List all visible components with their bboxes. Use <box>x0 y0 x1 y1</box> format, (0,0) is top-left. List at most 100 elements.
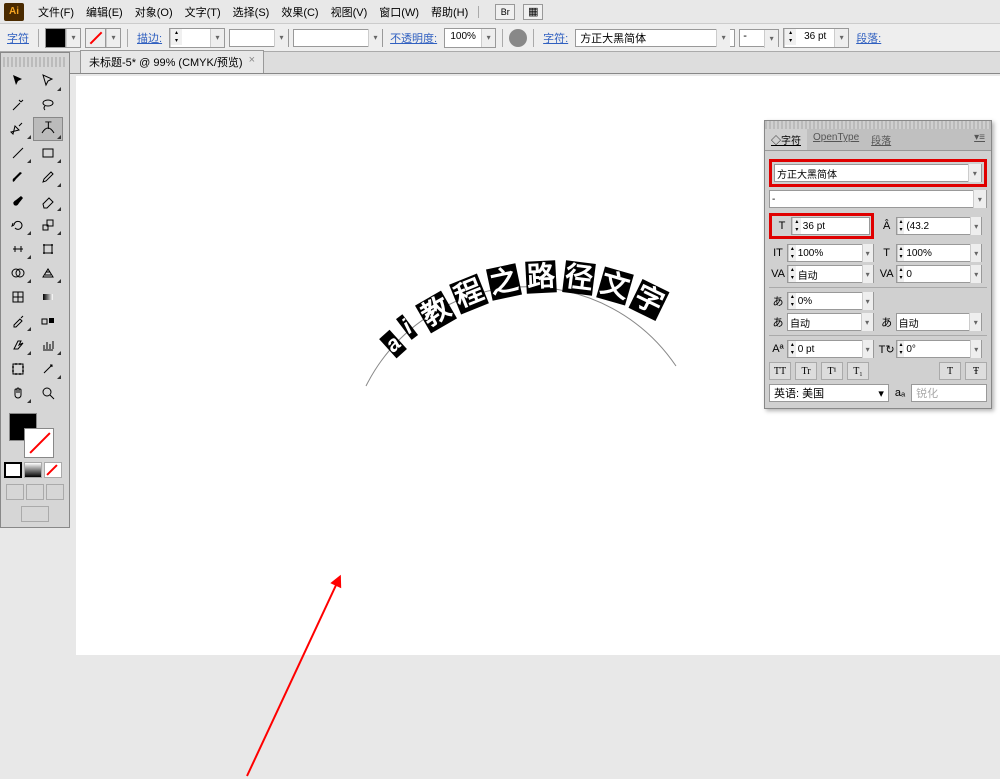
blob-brush-tool[interactable] <box>3 189 33 213</box>
shape-builder-tool[interactable] <box>3 261 33 285</box>
language-dropdown[interactable]: 英语: 美国 ▾ <box>769 384 889 402</box>
graph-tool[interactable] <box>33 333 63 357</box>
font-family-field[interactable] <box>774 164 982 182</box>
baseline-pct-input[interactable] <box>796 296 862 307</box>
menu-type[interactable]: 文字(T) <box>179 4 227 20</box>
blend-tool[interactable] <box>33 309 63 333</box>
stroke-profile[interactable] <box>229 29 289 47</box>
rotate-tool[interactable] <box>3 213 33 237</box>
line-tool[interactable] <box>3 141 33 165</box>
lasso-tool[interactable] <box>33 93 63 117</box>
artboard-tool[interactable] <box>3 357 33 381</box>
opacity-input[interactable] <box>445 29 481 45</box>
scale-tool[interactable] <box>33 213 63 237</box>
bridge-button[interactable]: Br <box>495 4 515 20</box>
stroke-color[interactable] <box>25 429 53 457</box>
font-style-input[interactable] <box>770 194 973 205</box>
mesh-tool[interactable] <box>3 285 33 309</box>
menu-help[interactable]: 帮助(H) <box>425 4 474 20</box>
underline-button[interactable]: T <box>939 362 961 380</box>
font-size-input[interactable] <box>801 221 869 232</box>
kerning-field[interactable]: ▴▾ <box>787 265 874 283</box>
width-tool[interactable] <box>3 237 33 261</box>
gradient-tool[interactable] <box>33 285 63 309</box>
zoom-tool[interactable] <box>33 381 63 405</box>
font-family-input[interactable] <box>775 168 968 179</box>
close-icon[interactable]: × <box>249 54 255 70</box>
tab-opentype[interactable]: OpenType <box>807 129 865 150</box>
strikethrough-button[interactable]: Ŧ <box>965 362 987 380</box>
symbol-sprayer-tool[interactable] <box>3 333 33 357</box>
menu-window[interactable]: 窗口(W) <box>373 4 425 20</box>
selection-tool[interactable] <box>3 69 33 93</box>
brush-def[interactable] <box>293 29 383 47</box>
font-family-dropdown[interactable]: 方正大黑简体 <box>575 29 735 47</box>
font-style-field[interactable] <box>769 190 987 208</box>
direct-selection-tool[interactable] <box>33 69 63 93</box>
paintbrush-tool[interactable] <box>3 165 33 189</box>
character-panel-link[interactable]: 字符 <box>4 30 32 46</box>
superscript-button[interactable]: T¹ <box>821 362 843 380</box>
document-tab[interactable]: 未标题-5* @ 99% (CMYK/预览) × <box>80 50 264 73</box>
subscript-button[interactable]: T₁ <box>847 362 869 380</box>
recolor-button[interactable] <box>509 29 527 47</box>
fill-swatch[interactable] <box>45 28 81 48</box>
pencil-tool[interactable] <box>33 165 63 189</box>
font-size-input[interactable] <box>796 29 834 45</box>
color-mode-button[interactable] <box>4 462 22 478</box>
type-on-path-tool[interactable]: T <box>33 117 63 141</box>
stroke-swatch[interactable] <box>85 28 121 48</box>
menu-object[interactable]: 对象(O) <box>129 4 179 20</box>
leading-field[interactable]: ▴▾ <box>896 217 983 235</box>
draw-inside-button[interactable] <box>46 484 64 500</box>
antialias-dropdown[interactable]: 锐化 <box>911 384 987 402</box>
auto1-field[interactable] <box>787 313 874 331</box>
menu-file[interactable]: 文件(F) <box>32 4 80 20</box>
leading-input[interactable] <box>904 221 970 232</box>
eyedropper-tool[interactable] <box>3 309 33 333</box>
char-link[interactable]: 字符: <box>540 30 571 46</box>
baseline-pct-field[interactable]: ▴▾ <box>787 292 874 310</box>
kerning-input[interactable] <box>796 269 862 280</box>
vscale-input[interactable] <box>796 248 862 259</box>
screen-mode-button[interactable] <box>21 506 49 522</box>
opacity-label[interactable]: 不透明度: <box>387 30 440 46</box>
panel-handle[interactable] <box>3 57 67 67</box>
arrange-button[interactable]: ▦ <box>523 4 543 20</box>
hscale-field[interactable]: ▴▾ <box>896 244 983 262</box>
auto1-input[interactable] <box>788 317 861 328</box>
menu-edit[interactable]: 编辑(E) <box>80 4 129 20</box>
menu-effect[interactable]: 效果(C) <box>275 4 324 20</box>
rotation-input[interactable] <box>904 344 970 355</box>
free-transform-tool[interactable] <box>33 237 63 261</box>
rotation-field[interactable]: ▴▾ <box>896 340 983 358</box>
paragraph-link[interactable]: 段落: <box>853 30 884 46</box>
panel-menu-icon[interactable]: ▾≡ <box>968 129 991 150</box>
color-swatches[interactable] <box>3 411 67 459</box>
allcaps-button[interactable]: TT <box>769 362 791 380</box>
font-size-field[interactable]: ▴▾ <box>791 217 870 235</box>
eraser-tool[interactable] <box>33 189 63 213</box>
menu-view[interactable]: 视图(V) <box>325 4 374 20</box>
menu-select[interactable]: 选择(S) <box>227 4 276 20</box>
opacity-field[interactable] <box>444 28 496 48</box>
rectangle-tool[interactable] <box>33 141 63 165</box>
smallcaps-button[interactable]: Tr <box>795 362 817 380</box>
draw-behind-button[interactable] <box>26 484 44 500</box>
auto2-input[interactable] <box>897 317 970 328</box>
font-size-field[interactable]: ▴▾ <box>783 28 849 48</box>
auto2-field[interactable] <box>896 313 983 331</box>
baseline-shift-input[interactable] <box>796 344 862 355</box>
none-mode-button[interactable] <box>44 462 62 478</box>
vscale-field[interactable]: ▴▾ <box>787 244 874 262</box>
path-text-group[interactable]: a i 教 程 之 路 径 文 字 <box>376 256 696 376</box>
hand-tool[interactable] <box>3 381 33 405</box>
tracking-field[interactable]: ▴▾ <box>896 265 983 283</box>
stroke-weight-input[interactable] <box>182 29 210 45</box>
stroke-weight[interactable]: ▴▾ <box>169 28 225 48</box>
hscale-input[interactable] <box>904 248 970 259</box>
tab-paragraph[interactable]: 段落 <box>865 129 897 150</box>
magic-wand-tool[interactable] <box>3 93 33 117</box>
tracking-input[interactable] <box>904 269 970 280</box>
stroke-label[interactable]: 描边: <box>134 30 165 46</box>
